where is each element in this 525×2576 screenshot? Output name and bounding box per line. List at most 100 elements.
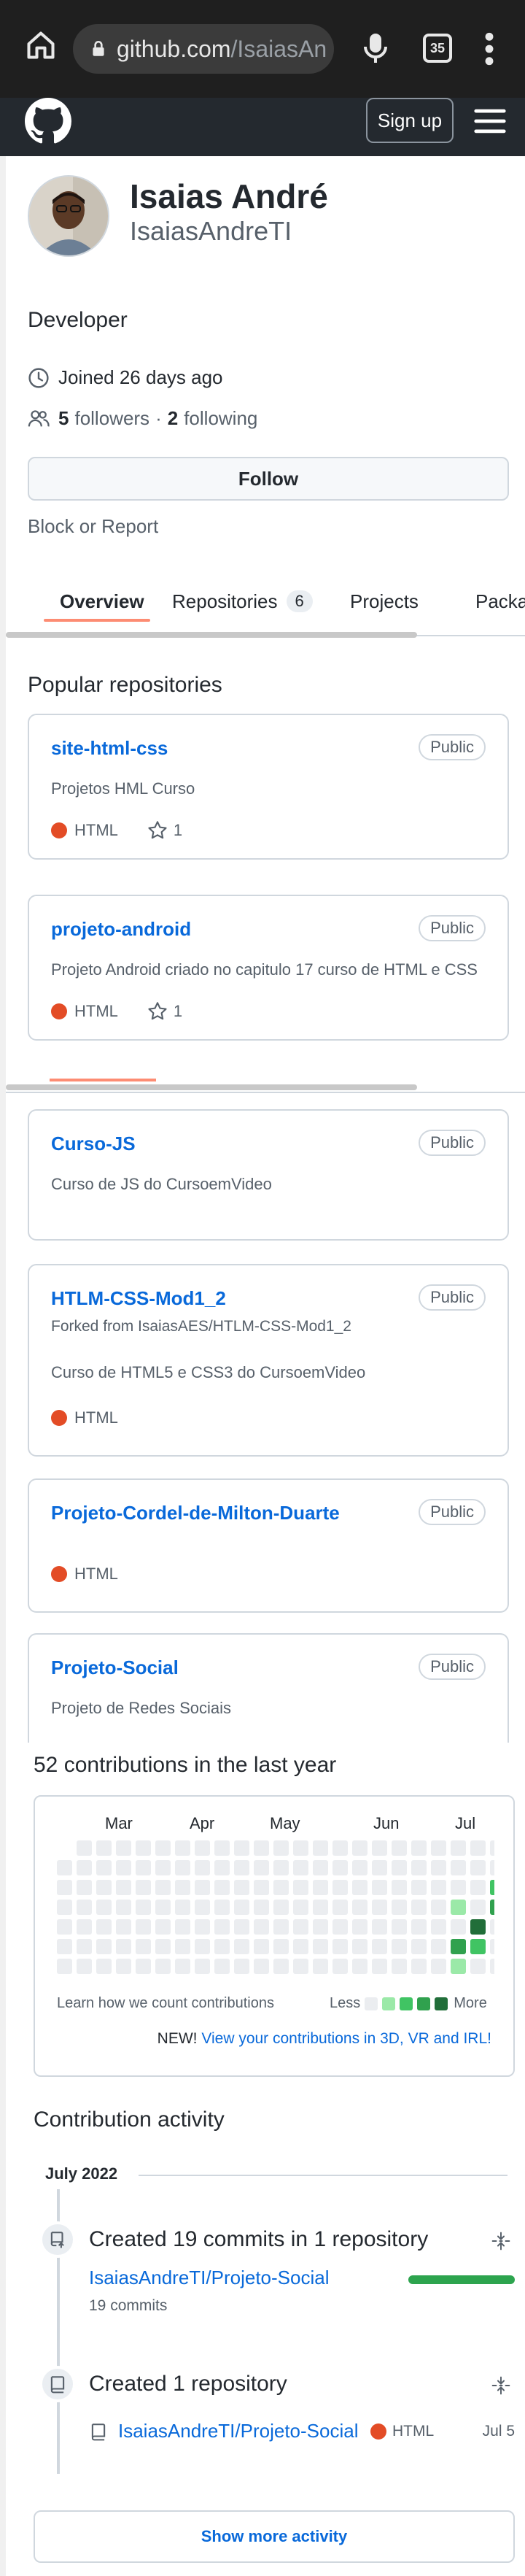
contribution-day[interactable] bbox=[411, 1840, 427, 1856]
contribution-day[interactable] bbox=[490, 1900, 494, 1915]
contribution-day[interactable] bbox=[392, 1959, 407, 1974]
contribution-day[interactable] bbox=[116, 1840, 131, 1856]
contribution-day[interactable] bbox=[116, 1919, 131, 1935]
contribution-day[interactable] bbox=[234, 1840, 249, 1856]
contribution-day[interactable] bbox=[254, 1860, 269, 1875]
contribution-day[interactable] bbox=[372, 1959, 387, 1974]
contribution-day[interactable] bbox=[490, 1959, 494, 1974]
contribution-day[interactable] bbox=[490, 1860, 494, 1875]
contribution-day[interactable] bbox=[77, 1860, 92, 1875]
contribution-day[interactable] bbox=[313, 1880, 328, 1895]
address-bar[interactable]: github.com/IsaiasAn bbox=[73, 24, 334, 74]
contribution-day[interactable] bbox=[431, 1880, 446, 1895]
contribution-day[interactable] bbox=[470, 1900, 486, 1915]
contribution-day[interactable] bbox=[175, 1840, 190, 1856]
contribution-day[interactable] bbox=[470, 1939, 486, 1954]
contribution-day[interactable] bbox=[214, 1880, 230, 1895]
contribution-day[interactable] bbox=[470, 1959, 486, 1974]
tabs-scrollbar[interactable] bbox=[6, 1084, 417, 1090]
contribution-day[interactable] bbox=[254, 1880, 269, 1895]
contribution-day[interactable] bbox=[490, 1919, 494, 1935]
contribution-day[interactable] bbox=[332, 1939, 348, 1954]
contribution-day[interactable] bbox=[273, 1900, 289, 1915]
stargazers-link[interactable]: 1 bbox=[147, 820, 182, 841]
contribution-day[interactable] bbox=[254, 1959, 269, 1974]
contribution-day[interactable] bbox=[77, 1939, 92, 1954]
contribution-day[interactable] bbox=[490, 1880, 494, 1895]
contribution-day[interactable] bbox=[234, 1900, 249, 1915]
contribution-day[interactable] bbox=[352, 1880, 368, 1895]
contribution-day[interactable] bbox=[214, 1860, 230, 1875]
contribution-day[interactable] bbox=[372, 1840, 387, 1856]
contribution-day[interactable] bbox=[254, 1939, 269, 1954]
sign-up-button[interactable]: Sign up bbox=[366, 98, 454, 143]
contribution-day[interactable] bbox=[372, 1939, 387, 1954]
contribution-day[interactable] bbox=[214, 1900, 230, 1915]
contribution-day[interactable] bbox=[57, 1860, 72, 1875]
contribution-day[interactable] bbox=[57, 1919, 72, 1935]
contribution-day[interactable] bbox=[451, 1959, 466, 1974]
contribution-day[interactable] bbox=[195, 1900, 210, 1915]
contribution-day[interactable] bbox=[293, 1919, 308, 1935]
contribution-day[interactable] bbox=[332, 1840, 348, 1856]
contribution-day[interactable] bbox=[96, 1840, 112, 1856]
contribution-day[interactable] bbox=[293, 1840, 308, 1856]
contribution-day[interactable] bbox=[313, 1840, 328, 1856]
contribution-day[interactable] bbox=[234, 1959, 249, 1974]
contribution-day[interactable] bbox=[155, 1959, 171, 1974]
contribution-day[interactable] bbox=[195, 1959, 210, 1974]
contribution-day[interactable] bbox=[392, 1840, 407, 1856]
fold-icon[interactable] bbox=[491, 2376, 510, 2395]
contribution-day[interactable] bbox=[293, 1880, 308, 1895]
contribution-day[interactable] bbox=[372, 1860, 387, 1875]
fold-icon[interactable] bbox=[491, 2232, 510, 2251]
contribution-day[interactable] bbox=[273, 1959, 289, 1974]
contribution-day[interactable] bbox=[195, 1939, 210, 1954]
contribution-day[interactable] bbox=[136, 1860, 151, 1875]
contribution-day[interactable] bbox=[234, 1860, 249, 1875]
contribution-day[interactable] bbox=[470, 1919, 486, 1935]
block-report-link[interactable]: Block or Report bbox=[28, 515, 158, 538]
contribution-day[interactable] bbox=[214, 1840, 230, 1856]
contributions-3d-link[interactable]: View your contributions in 3D, VR and IR… bbox=[201, 2030, 491, 2047]
follow-button[interactable]: Follow bbox=[28, 457, 509, 501]
contribution-day[interactable] bbox=[234, 1880, 249, 1895]
contribution-day[interactable] bbox=[392, 1939, 407, 1954]
contribution-day[interactable] bbox=[57, 1939, 72, 1954]
contribution-day[interactable] bbox=[96, 1919, 112, 1935]
contribution-day[interactable] bbox=[293, 1900, 308, 1915]
contribution-day[interactable] bbox=[352, 1840, 368, 1856]
contribution-day[interactable] bbox=[175, 1860, 190, 1875]
contribution-day[interactable] bbox=[352, 1860, 368, 1875]
contribution-day[interactable] bbox=[77, 1919, 92, 1935]
contribution-day[interactable] bbox=[431, 1939, 446, 1954]
contribution-day[interactable] bbox=[254, 1919, 269, 1935]
contribution-day[interactable] bbox=[254, 1840, 269, 1856]
show-more-activity-button[interactable]: Show more activity bbox=[34, 2510, 515, 2563]
contribution-day[interactable] bbox=[352, 1900, 368, 1915]
contribution-day[interactable] bbox=[136, 1840, 151, 1856]
contribution-day[interactable] bbox=[195, 1840, 210, 1856]
stargazers-link[interactable]: 1 bbox=[147, 1001, 182, 1022]
repo-link[interactable]: Projeto-Cordel-de-Milton-Duarte bbox=[51, 1502, 340, 1524]
contribution-day[interactable] bbox=[451, 1900, 466, 1915]
contribution-day[interactable] bbox=[175, 1900, 190, 1915]
contribution-day[interactable] bbox=[77, 1880, 92, 1895]
tab-switcher-button[interactable]: 35 bbox=[423, 34, 452, 63]
contribution-day[interactable] bbox=[293, 1860, 308, 1875]
contribution-day[interactable] bbox=[411, 1939, 427, 1954]
repo-link[interactable]: Projeto-Social bbox=[51, 1657, 179, 1679]
contribution-day[interactable] bbox=[313, 1919, 328, 1935]
microphone-icon[interactable] bbox=[363, 32, 388, 64]
contribution-day[interactable] bbox=[470, 1880, 486, 1895]
contribution-day[interactable] bbox=[451, 1939, 466, 1954]
contribution-day[interactable] bbox=[411, 1860, 427, 1875]
contribution-day[interactable] bbox=[372, 1919, 387, 1935]
contribution-day[interactable] bbox=[136, 1939, 151, 1954]
repo-link[interactable]: projeto-android bbox=[51, 918, 191, 941]
contribution-day[interactable] bbox=[470, 1840, 486, 1856]
contribution-day[interactable] bbox=[411, 1880, 427, 1895]
contribution-day[interactable] bbox=[451, 1880, 466, 1895]
contribution-day[interactable] bbox=[214, 1919, 230, 1935]
contribution-day[interactable] bbox=[392, 1860, 407, 1875]
